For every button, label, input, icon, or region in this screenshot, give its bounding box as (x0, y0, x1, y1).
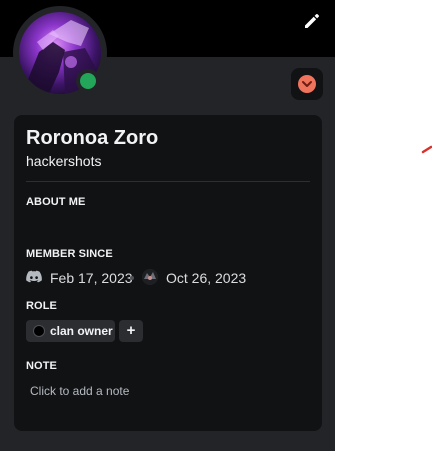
divider (26, 181, 310, 182)
add-role-button[interactable]: + (119, 320, 143, 342)
username[interactable]: hackershots (26, 153, 101, 169)
profile-info-card: Roronoa Zoro hackershots ABOUT ME MEMBER… (14, 115, 322, 431)
profile-badge-button[interactable] (291, 68, 323, 100)
discord-icon (26, 270, 42, 283)
about-me-heading: ABOUT ME (26, 196, 86, 208)
role-heading: ROLE (26, 300, 57, 312)
server-join-date: Oct 26, 2023 (166, 270, 247, 286)
member-since-row: Feb 17, 2023 Oct 26, 2023 (26, 269, 316, 286)
screen: Roronoa Zoro hackershots ABOUT ME MEMBER… (0, 0, 432, 451)
edit-profile-button[interactable] (302, 11, 322, 31)
role-pill[interactable]: clan owner (26, 320, 115, 342)
server-icon (142, 269, 158, 285)
separator-dot (130, 276, 134, 280)
stray-mark (421, 145, 432, 154)
user-profile-popout: Roronoa Zoro hackershots ABOUT ME MEMBER… (0, 0, 335, 451)
role-label: clan owner (50, 324, 113, 338)
online-status-indicator (76, 69, 100, 93)
chevron-down-badge-icon (298, 75, 316, 93)
discord-join-date: Feb 17, 2023 (50, 270, 133, 286)
note-input[interactable]: Click to add a note (30, 384, 129, 398)
pencil-icon (305, 14, 319, 28)
role-color-dot (33, 325, 45, 337)
note-heading: NOTE (26, 360, 57, 372)
member-since-heading: MEMBER SINCE (26, 248, 113, 260)
display-name: Roronoa Zoro (26, 127, 159, 149)
